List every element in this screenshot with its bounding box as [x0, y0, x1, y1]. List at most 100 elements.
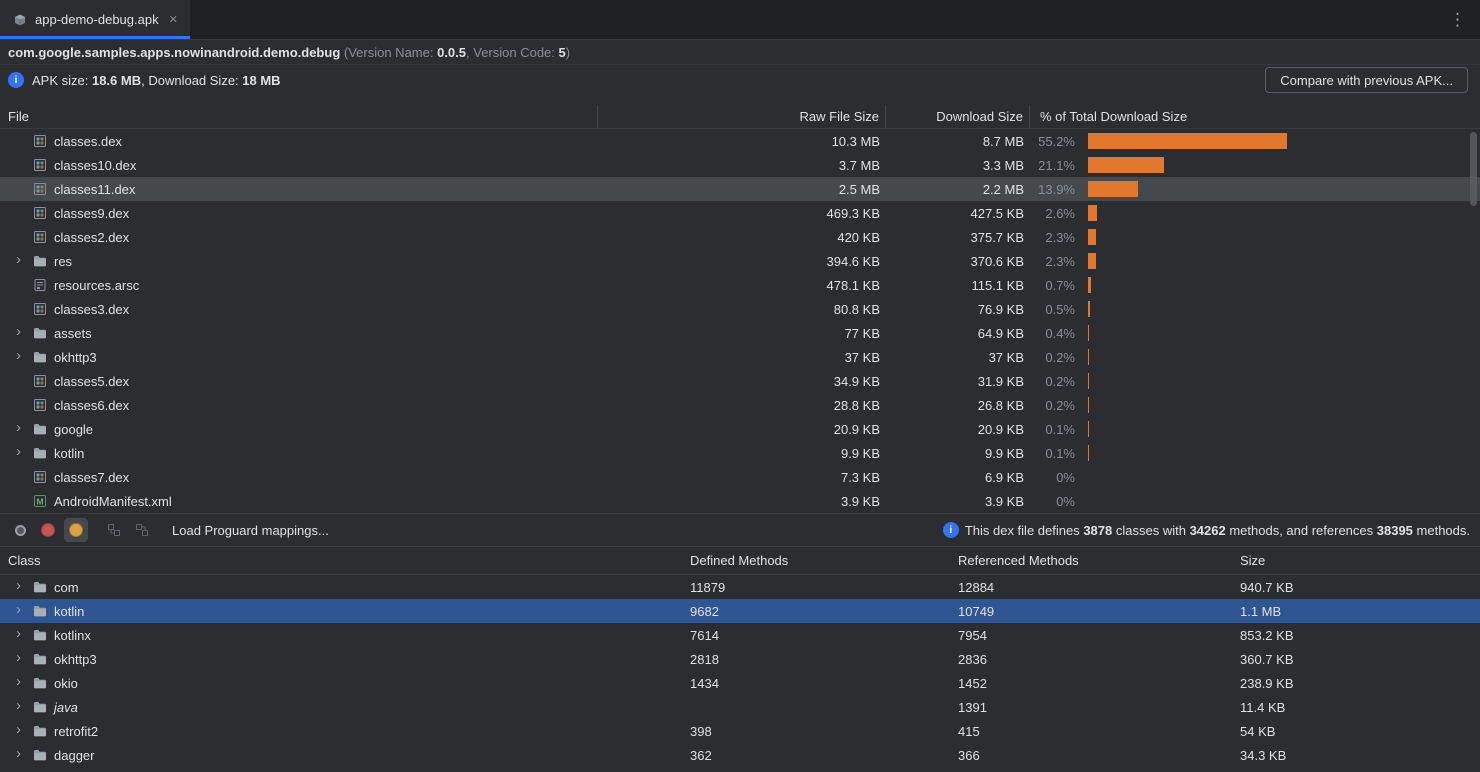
filter-classes-button[interactable]: [8, 518, 32, 542]
chevron-right-icon[interactable]: ›: [16, 603, 32, 617]
class-name: okio: [54, 676, 78, 691]
chevron-right-icon[interactable]: ›: [16, 579, 32, 593]
dex-file-icon: [32, 397, 48, 413]
file-row[interactable]: resources.arsc478.1 KB115.1 KB0.7%: [0, 273, 1480, 297]
defined-methods: 7614: [682, 628, 950, 643]
chevron-right-icon[interactable]: ›: [16, 651, 32, 665]
class-row[interactable]: ›retrofit239841554 KB: [0, 719, 1480, 743]
file-row[interactable]: ›google20.9 KB20.9 KB0.1%: [0, 417, 1480, 441]
chevron-right-icon[interactable]: ›: [16, 699, 32, 713]
manifest-file-icon: M: [32, 493, 48, 509]
class-table-body: ›com1187912884940.7 KB›kotlin9682107491.…: [0, 575, 1480, 767]
file-name-cell: ›okhttp3: [0, 349, 598, 365]
load-proguard-mappings-button[interactable]: Load Proguard mappings...: [172, 523, 329, 538]
file-name-cell: classes5.dex: [0, 373, 598, 389]
dex-info-suffix: methods.: [1413, 523, 1470, 538]
file-name: assets: [54, 326, 92, 341]
class-name-cell: ›kotlin: [0, 603, 682, 619]
column-header-size[interactable]: Size: [1232, 553, 1480, 568]
class-row[interactable]: ›okhttp328182836360.7 KB: [0, 647, 1480, 671]
file-row[interactable]: ›okhttp337 KB37 KB0.2%: [0, 345, 1480, 369]
file-row[interactable]: ›res394.6 KB370.6 KB2.3%: [0, 249, 1480, 273]
file-row[interactable]: classes10.dex3.7 MB3.3 MB21.1%: [0, 153, 1480, 177]
class-row[interactable]: ›dagger36236634.3 KB: [0, 743, 1480, 767]
folder-file-icon: [32, 747, 48, 763]
column-header-defined-methods[interactable]: Defined Methods: [682, 553, 950, 568]
apk-size-summary: APK size: 18.6 MB, Download Size: 18 MB: [32, 73, 281, 88]
chevron-right-icon[interactable]: ›: [16, 253, 32, 267]
file-name-cell: resources.arsc: [0, 277, 598, 293]
column-header-pct-of-total[interactable]: % of Total Download Size: [1030, 109, 1480, 124]
file-name-cell: ›kotlin: [0, 445, 598, 461]
column-header-raw-file-size[interactable]: Raw File Size: [598, 105, 886, 128]
pct-bar-cell: [1080, 349, 1480, 365]
column-header-file[interactable]: File: [0, 105, 598, 128]
chevron-right-icon[interactable]: ›: [16, 627, 32, 641]
file-row[interactable]: classes5.dex34.9 KB31.9 KB0.2%: [0, 369, 1480, 393]
tab-apk-file[interactable]: app-demo-debug.apk ✕: [0, 0, 190, 39]
column-header-download-size[interactable]: Download Size: [886, 105, 1030, 128]
expand-all-button[interactable]: [102, 518, 126, 542]
download-size: 6.9 KB: [886, 470, 1030, 485]
chevron-right-icon[interactable]: ›: [16, 675, 32, 689]
collapse-all-button[interactable]: [130, 518, 154, 542]
info-glyph: i: [949, 525, 952, 536]
file-name: AndroidManifest.xml: [54, 494, 172, 509]
chevron-right-icon[interactable]: ›: [16, 747, 32, 761]
raw-file-size: 420 KB: [598, 230, 886, 245]
file-name: classes.dex: [54, 134, 122, 149]
raw-file-size: 10.3 MB: [598, 134, 886, 149]
filter-methods-button[interactable]: [64, 518, 88, 542]
file-row[interactable]: MAndroidManifest.xml3.9 KB3.9 KB0%: [0, 489, 1480, 513]
version-name-value: 0.0.5: [437, 45, 466, 60]
raw-file-size: 20.9 KB: [598, 422, 886, 437]
chevron-right-icon[interactable]: ›: [16, 445, 32, 459]
class-name: com: [54, 580, 79, 595]
class-size: 1.1 MB: [1232, 604, 1480, 619]
file-name: google: [54, 422, 93, 437]
file-row[interactable]: ›assets77 KB64.9 KB0.4%: [0, 321, 1480, 345]
more-options-button[interactable]: ⋮: [1435, 10, 1480, 30]
dex-class-count: 3878: [1083, 523, 1112, 538]
file-name-cell: classes3.dex: [0, 301, 598, 317]
file-row[interactable]: ›kotlin9.9 KB9.9 KB0.1%: [0, 441, 1480, 465]
close-tab-icon[interactable]: ✕: [169, 13, 178, 26]
file-row[interactable]: classes2.dex420 KB375.7 KB2.3%: [0, 225, 1480, 249]
pct-of-total-label: 0.2%: [1030, 374, 1080, 389]
file-row[interactable]: classes7.dex7.3 KB6.9 KB0%: [0, 465, 1480, 489]
file-row[interactable]: classes.dex10.3 MB8.7 MB55.2%: [0, 129, 1480, 153]
pct-bar: [1088, 421, 1089, 437]
file-row[interactable]: classes9.dex469.3 KB427.5 KB2.6%: [0, 201, 1480, 225]
class-name-cell: ›okhttp3: [0, 651, 682, 667]
column-header-referenced-methods[interactable]: Referenced Methods: [950, 553, 1232, 568]
file-row[interactable]: classes3.dex80.8 KB76.9 KB0.5%: [0, 297, 1480, 321]
class-row[interactable]: ›kotlin9682107491.1 MB: [0, 599, 1480, 623]
class-row[interactable]: ›java139111.4 KB: [0, 695, 1480, 719]
chevron-right-icon[interactable]: ›: [16, 349, 32, 363]
file-name: classes6.dex: [54, 398, 129, 413]
class-row[interactable]: ›kotlinx76147954853.2 KB: [0, 623, 1480, 647]
pct-bar: [1088, 301, 1090, 317]
arsc-file-icon: [32, 277, 48, 293]
chevron-right-icon[interactable]: ›: [16, 723, 32, 737]
file-name-cell: classes2.dex: [0, 229, 598, 245]
scrollbar-thumb[interactable]: [1470, 132, 1477, 206]
class-row[interactable]: ›okio14341452238.9 KB: [0, 671, 1480, 695]
compare-apk-button[interactable]: Compare with previous APK...: [1265, 67, 1468, 93]
file-row[interactable]: classes6.dex28.8 KB26.8 KB0.2%: [0, 393, 1480, 417]
file-name: classes7.dex: [54, 470, 129, 485]
class-name: java: [54, 700, 78, 715]
dex-info-prefix: This dex file defines: [965, 523, 1084, 538]
filter-fields-button[interactable]: [36, 518, 60, 542]
pct-of-total-label: 0.1%: [1030, 446, 1080, 461]
chevron-right-icon[interactable]: ›: [16, 421, 32, 435]
file-row[interactable]: classes11.dex2.5 MB2.2 MB13.9%: [0, 177, 1480, 201]
class-size: 11.4 KB: [1232, 700, 1480, 715]
chevron-right-icon[interactable]: ›: [16, 325, 32, 339]
file-name: resources.arsc: [54, 278, 139, 293]
class-row[interactable]: ›com1187912884940.7 KB: [0, 575, 1480, 599]
defined-methods: 1434: [682, 676, 950, 691]
pct-bar: [1088, 397, 1089, 413]
column-header-class[interactable]: Class: [0, 553, 682, 568]
pct-bar: [1088, 157, 1164, 173]
